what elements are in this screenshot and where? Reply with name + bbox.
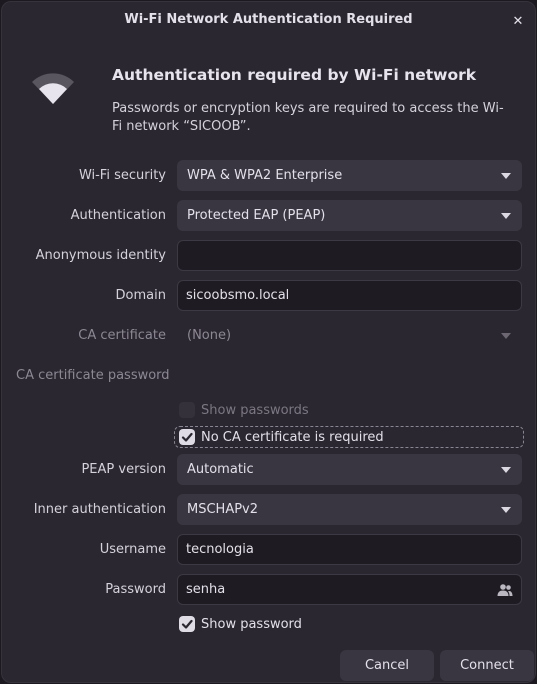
checkbox-box <box>179 616 195 632</box>
chevron-down-icon <box>501 467 511 473</box>
no-ca-required-label: No CA certificate is required <box>201 429 384 445</box>
dialog-heading: Authentication required by Wi-Fi network <box>112 66 477 84</box>
chevron-down-icon <box>501 213 511 219</box>
username-label: Username <box>99 542 166 557</box>
ca-certificate-password-label: CA certificate password <box>16 368 170 383</box>
no-ca-required-checkbox[interactable]: No CA certificate is required <box>179 429 384 445</box>
inner-authentication-combo[interactable]: MSCHAPv2 <box>177 494 522 525</box>
chevron-down-icon <box>501 333 511 339</box>
username-input[interactable]: tecnologia <box>177 534 522 565</box>
wifi-icon <box>32 73 74 104</box>
close-button[interactable]: ✕ <box>507 10 529 32</box>
domain-input[interactable]: sicoobsmo.local <box>177 280 522 311</box>
checkmark-icon <box>181 432 193 442</box>
inner-authentication-label: Inner authentication <box>33 502 166 517</box>
peap-version-value: Automatic <box>187 462 254 477</box>
ca-certificate-combo: (None) <box>177 320 522 351</box>
anonymous-identity-label: Anonymous identity <box>35 248 166 263</box>
wifi-security-combo[interactable]: WPA & WPA2 Enterprise <box>177 160 522 191</box>
chevron-down-icon <box>501 507 511 513</box>
show-passwords-checkbox: Show passwords <box>179 402 309 418</box>
checkbox-box <box>179 402 195 418</box>
close-icon: ✕ <box>512 13 524 29</box>
username-value: tecnologia <box>186 542 254 557</box>
password-value: senha <box>186 582 226 597</box>
password-label: Password <box>105 582 166 597</box>
show-passwords-label: Show passwords <box>201 402 309 418</box>
domain-label: Domain <box>115 288 166 303</box>
show-password-checkbox[interactable]: Show password <box>179 616 302 632</box>
inner-authentication-value: MSCHAPv2 <box>187 502 259 517</box>
ca-certificate-value: (None) <box>187 328 232 343</box>
authentication-combo[interactable]: Protected EAP (PEAP) <box>177 200 522 231</box>
anonymous-identity-input[interactable] <box>177 240 522 271</box>
checkmark-icon <box>181 619 193 629</box>
dialog-description: Passwords or encryption keys are require… <box>112 101 504 134</box>
authentication-label: Authentication <box>70 208 166 223</box>
auth-dialog: Wi-Fi Network Authentication Required ✕ … <box>1 1 536 683</box>
window-title: Wi-Fi Network Authentication Required <box>124 12 413 27</box>
checkbox-box <box>179 429 195 445</box>
show-password-label: Show password <box>201 616 302 632</box>
cancel-button[interactable]: Cancel <box>340 650 434 681</box>
connect-button[interactable]: Connect <box>440 650 534 681</box>
wifi-security-label: Wi-Fi security <box>78 168 166 183</box>
password-input[interactable]: senha <box>177 574 522 605</box>
chevron-down-icon <box>501 173 511 179</box>
wifi-security-value: WPA & WPA2 Enterprise <box>187 168 343 183</box>
ca-certificate-label: CA certificate <box>78 328 166 343</box>
domain-value: sicoobsmo.local <box>186 288 290 303</box>
titlebar: Wi-Fi Network Authentication Required ✕ <box>2 2 535 38</box>
authentication-value: Protected EAP (PEAP) <box>187 208 326 223</box>
peap-version-label: PEAP version <box>81 462 166 477</box>
peap-version-combo[interactable]: Automatic <box>177 454 522 485</box>
people-icon[interactable] <box>497 583 513 597</box>
